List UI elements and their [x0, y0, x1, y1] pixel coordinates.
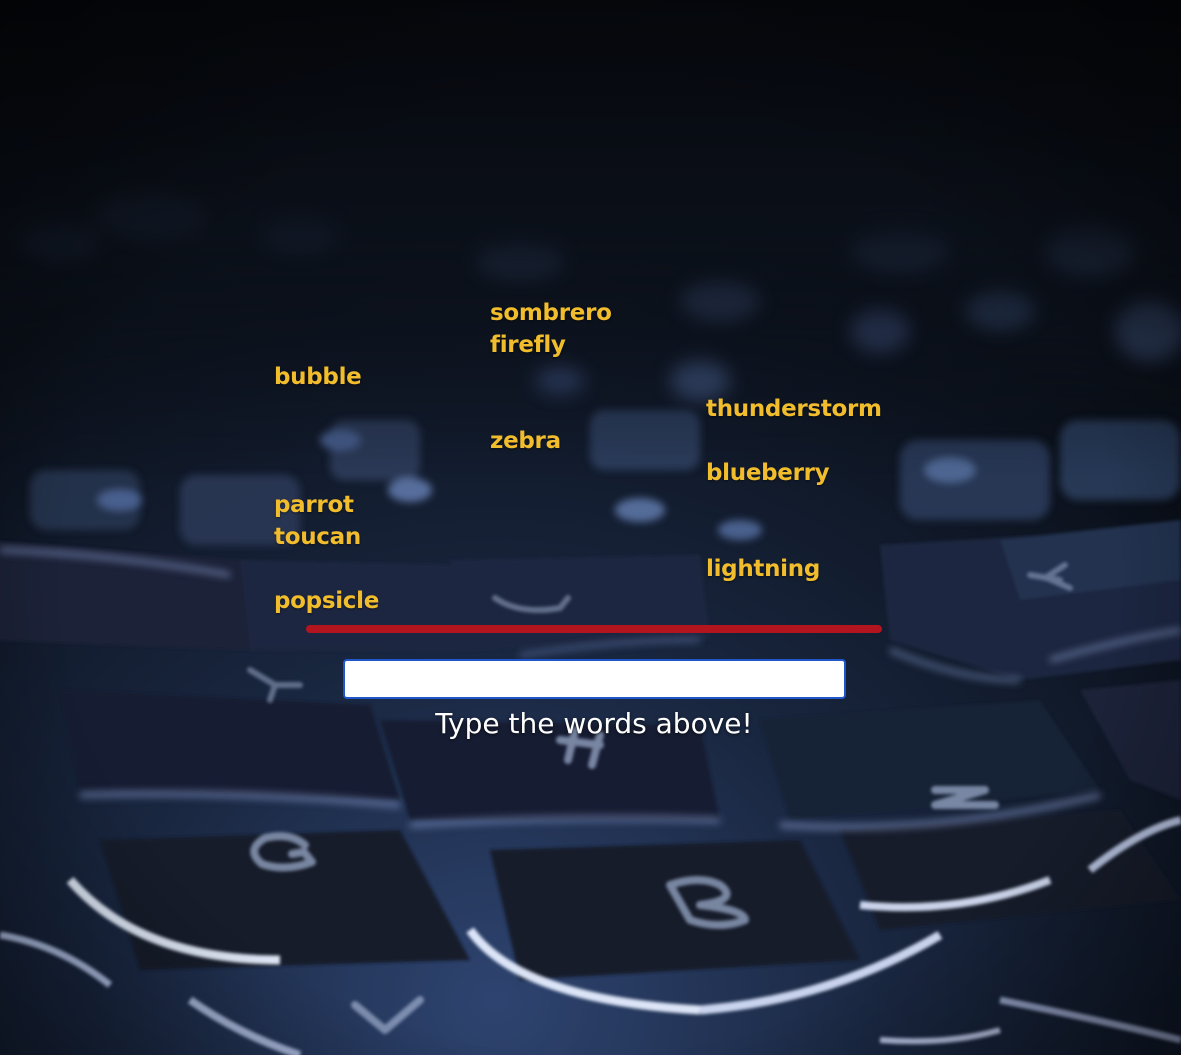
typing-input[interactable] — [343, 659, 846, 699]
falling-word: lightning — [706, 556, 820, 582]
falling-word: thunderstorm — [706, 396, 882, 422]
keyboard-background-image — [0, 0, 1181, 1055]
falling-word: parrot — [274, 492, 354, 518]
danger-line — [306, 625, 882, 633]
falling-word: firefly — [490, 332, 566, 358]
falling-word: blueberry — [706, 460, 830, 486]
falling-word: popsicle — [274, 588, 380, 614]
falling-word: toucan — [274, 524, 361, 550]
falling-word: zebra — [490, 428, 561, 454]
falling-word: bubble — [274, 364, 362, 390]
falling-word: sombrero — [490, 300, 612, 326]
instruction-text: Type the words above! — [435, 707, 753, 740]
